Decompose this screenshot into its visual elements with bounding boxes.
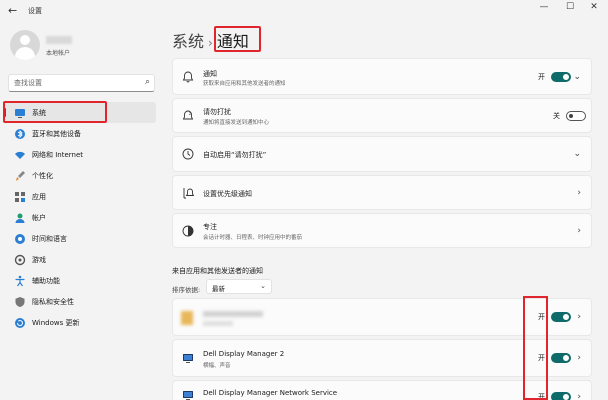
avatar[interactable] [10,30,40,60]
search-box[interactable]: ⌕ [8,74,155,92]
globe-icon [15,233,25,244]
sidebar-item-accounts[interactable]: 帐户 [4,207,156,228]
annotation-box-title [214,26,261,52]
dnd-toggle[interactable]: 关 [553,110,586,121]
toggle-switch[interactable] [551,71,571,82]
toggle-switch[interactable] [551,353,571,363]
chevron-down-icon: ⌄ [260,282,266,290]
wifi-icon [15,151,25,159]
sidebar-nav: 系统 蓝牙和其他设备 网络和 Internet 个性化 应用 帐户 时间和语言 … [4,102,156,333]
annotation-box-system [3,101,107,123]
priority-bell-icon [183,187,194,198]
search-icon: ⌕ [144,77,150,87]
toggle-switch[interactable] [551,392,571,400]
sidebar-item-label: 辅助功能 [32,276,60,285]
setting-subtitle: 通知将直接发送到通知中心 [203,120,270,126]
sort-value: 最新 [212,285,225,293]
app-name: Dell Display Manager 2 [203,350,285,358]
sidebar-item-bluetooth[interactable]: 蓝牙和其他设备 [4,123,156,144]
svg-text:z: z [189,111,191,116]
back-arrow-icon[interactable]: ← [8,4,17,17]
sidebar-item-label: Windows 更新 [32,318,80,327]
app-detail-redacted [203,321,233,326]
toggle-switch[interactable] [566,110,586,121]
sidebar-item-apps[interactable]: 应用 [4,186,156,207]
apps-icon [15,191,25,202]
setting-title: 专注 [203,223,217,231]
annotation-box-toggles [523,296,548,400]
gaming-icon [14,254,26,265]
update-icon [15,317,25,328]
user-name-redacted [46,36,72,44]
chevron-down-icon[interactable]: ⌄ [573,149,581,159]
notifications-toggle[interactable]: 开 [538,71,571,82]
app-detail: 横幅、声音 [203,363,231,369]
focus-icon [182,225,194,236]
sort-label: 排序依据: [172,286,201,294]
search-input[interactable] [14,77,134,89]
toggle-state-label: 关 [553,111,560,120]
chevron-right-icon[interactable]: › [577,188,581,198]
sidebar-item-label: 网络和 Internet [32,150,84,159]
accessibility-icon [15,275,25,286]
app-title: 设置 [28,7,42,15]
clock-icon [182,148,194,160]
notifications-setting[interactable]: 通知 获取来自应用和其他发送者的通知 开 ⌄ [172,58,592,95]
toggle-state-label: 开 [538,72,545,81]
chevron-right-icon[interactable]: › [577,392,581,400]
section-title: 来自应用和其他发送者的通知 [172,267,263,275]
close-icon[interactable]: ✕ [584,2,604,12]
bell-snooze-icon: z [182,110,194,119]
sidebar-item-label: 游戏 [32,255,46,264]
bell-icon [182,71,194,82]
sidebar-item-network[interactable]: 网络和 Internet [4,144,156,165]
sidebar-item-label: 个性化 [32,171,53,180]
setting-title: 请勿打扰 [203,108,231,116]
sidebar-item-gaming[interactable]: 游戏 [4,249,156,270]
sidebar-item-time-language[interactable]: 时间和语言 [4,228,156,249]
sidebar-item-windows-update[interactable]: Windows 更新 [4,312,156,333]
setting-title: 设置优先级通知 [203,190,252,198]
do-not-disturb-setting[interactable]: z 请勿打扰 通知将直接发送到通知中心 关 [172,98,592,133]
title-bar: ← 设置 — ☐ ✕ [0,0,608,22]
chevron-right-icon[interactable]: › [577,353,581,363]
sidebar-item-privacy[interactable]: 隐私和安全性 [4,291,156,312]
chevron-right-icon[interactable]: › [577,312,581,322]
display-app-icon [183,354,193,363]
toggle-switch[interactable] [551,312,571,322]
account-type: 本地帐户 [46,50,71,57]
chevron-right-icon[interactable]: › [577,226,581,236]
shield-icon [15,296,25,307]
chevron-down-icon[interactable]: ⌄ [573,72,581,82]
minimize-icon[interactable]: — [534,2,554,12]
app-name-redacted [203,311,263,317]
display-app-icon [183,391,193,400]
brush-icon [16,170,25,181]
breadcrumb-parent[interactable]: 系统 [172,32,204,51]
setting-title: 通知 [203,70,217,78]
bluetooth-icon [15,128,25,139]
sidebar-item-label: 应用 [32,192,46,201]
sidebar-item-label: 隐私和安全性 [32,297,74,306]
breadcrumb-separator: › [208,36,213,50]
sidebar-item-personalization[interactable]: 个性化 [4,165,156,186]
sidebar-item-label: 时间和语言 [32,234,67,243]
maximize-icon[interactable]: ☐ [560,2,580,12]
app-icon-redacted [181,311,193,325]
focus-setting[interactable]: 专注 会话计时器、日程表、时钟应用中的番茄 › [172,213,592,248]
priority-notifications-setting[interactable]: 设置优先级通知 › [172,175,592,210]
app-name: Dell Display Manager Network Service [203,389,338,397]
account-icon [15,213,25,223]
setting-title: 自动启用“请勿打扰” [203,151,267,159]
sidebar-item-accessibility[interactable]: 辅助功能 [4,270,156,291]
setting-subtitle: 获取来自应用和其他发送者的通知 [203,81,286,87]
sort-dropdown[interactable]: 最新 ⌄ [206,279,272,294]
sidebar-item-label: 蓝牙和其他设备 [32,129,81,138]
auto-dnd-setting[interactable]: 自动启用“请勿打扰” ⌄ [172,136,592,172]
sidebar-item-label: 帐户 [32,213,46,222]
setting-subtitle: 会话计时器、日程表、时钟应用中的番茄 [203,235,303,241]
